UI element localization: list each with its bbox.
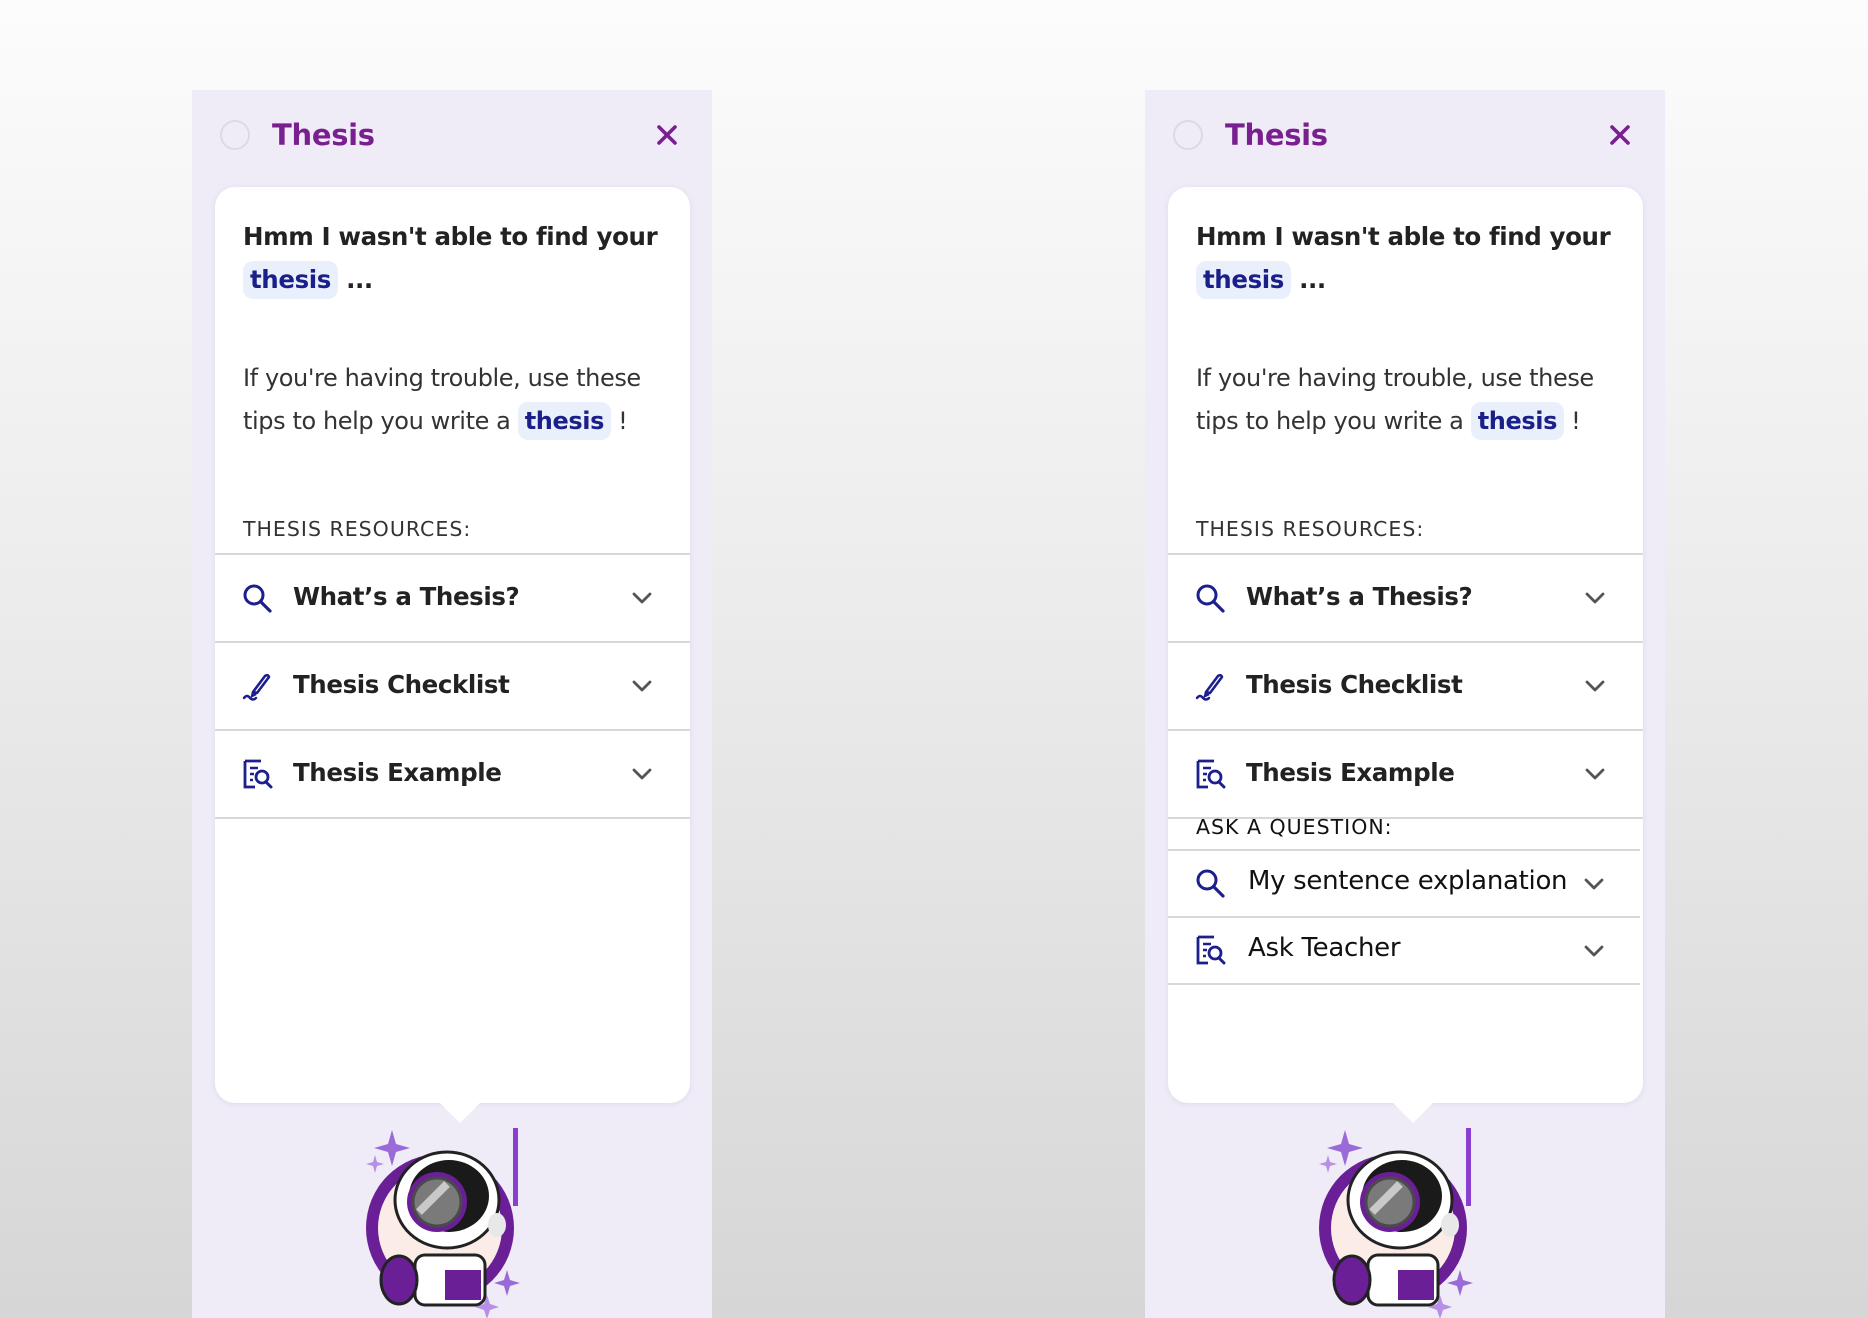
- thesis-chip[interactable]: thesis: [1470, 402, 1564, 440]
- thesis-chip[interactable]: thesis: [517, 402, 611, 440]
- resource-label: What’s a Thesis?: [1246, 582, 1473, 611]
- search-icon: [243, 584, 272, 613]
- panel-title: Thesis: [272, 118, 375, 152]
- document-search-icon: [243, 759, 273, 789]
- resource-item-thesis-checklist[interactable]: Thesis Checklist: [215, 643, 690, 731]
- message-text: Hmm I wasn't able to find your: [1196, 222, 1611, 251]
- resource-label: Thesis Example: [293, 758, 502, 787]
- astronaut-mascot-icon: [1319, 1128, 1473, 1318]
- panel-header: Thesis: [1145, 90, 1665, 186]
- astronaut-mascot-icon: [366, 1128, 520, 1318]
- resources-list: What’s a Thesis? Thesis Checklist Thesis…: [215, 553, 690, 819]
- status-circle-icon[interactable]: [220, 120, 250, 150]
- chevron-down-icon[interactable]: [630, 764, 654, 784]
- close-icon[interactable]: [1605, 120, 1635, 150]
- document-search-icon: [1196, 759, 1226, 789]
- feedback-card: Hmm I wasn't able to find your thesis ..…: [1168, 187, 1643, 1123]
- search-icon: [1196, 869, 1225, 898]
- panel-title: Thesis: [1225, 118, 1328, 152]
- thesis-chip[interactable]: thesis: [243, 261, 338, 299]
- questions-heading: ASK A QUESTION:: [1196, 815, 1393, 839]
- resource-item-thesis-example[interactable]: Thesis Example: [1168, 731, 1643, 819]
- chevron-down-icon[interactable]: [1583, 764, 1607, 784]
- chevron-down-icon[interactable]: [630, 676, 654, 696]
- question-item-my-sentence-explanation[interactable]: My sentence explanation: [1168, 851, 1640, 918]
- message-text: Hmm I wasn't able to find your: [243, 222, 658, 251]
- resource-item-whats-a-thesis[interactable]: What’s a Thesis?: [1168, 555, 1643, 643]
- chevron-down-icon[interactable]: [1583, 588, 1607, 608]
- questions-list: My sentence explanation Ask Teacher: [1168, 849, 1640, 985]
- document-search-icon: [1196, 935, 1226, 965]
- close-icon[interactable]: [652, 120, 682, 150]
- resources-heading: THESIS RESOURCES:: [243, 517, 472, 541]
- tips-suffix: !: [1563, 407, 1581, 435]
- tips-message: If you're having trouble, use these tips…: [1196, 357, 1626, 443]
- status-circle-icon[interactable]: [1173, 120, 1203, 150]
- chevron-down-icon[interactable]: [630, 588, 654, 608]
- search-icon: [1196, 584, 1225, 613]
- resource-label: Thesis Example: [1246, 758, 1455, 787]
- question-label: Ask Teacher: [1248, 933, 1401, 963]
- thesis-chip[interactable]: thesis: [1196, 261, 1291, 299]
- tips-suffix: !: [610, 407, 628, 435]
- resource-item-thesis-checklist[interactable]: Thesis Checklist: [1168, 643, 1643, 731]
- question-label: My sentence explanation: [1248, 866, 1568, 896]
- not-found-message: Hmm I wasn't able to find your thesis ..…: [243, 215, 663, 301]
- thesis-panel-right: Thesis Hmm I wasn't able to find your th…: [1145, 90, 1665, 1318]
- thesis-panel-left: Thesis Hmm I wasn't able to find your th…: [192, 90, 712, 1318]
- pencil-icon: [1195, 673, 1224, 701]
- chevron-down-icon[interactable]: [1582, 874, 1606, 894]
- resource-label: What’s a Thesis?: [293, 582, 520, 611]
- feedback-card: Hmm I wasn't able to find your thesis ..…: [215, 187, 690, 1123]
- resource-label: Thesis Checklist: [293, 670, 510, 699]
- resource-label: Thesis Checklist: [1246, 670, 1463, 699]
- tips-message: If you're having trouble, use these tips…: [243, 357, 673, 443]
- resources-list: What’s a Thesis? Thesis Checklist Thesis…: [1168, 553, 1643, 819]
- resource-item-thesis-example[interactable]: Thesis Example: [215, 731, 690, 819]
- chevron-down-icon[interactable]: [1583, 676, 1607, 696]
- message-ellipsis: ...: [1290, 265, 1326, 294]
- chevron-down-icon[interactable]: [1582, 941, 1606, 961]
- resource-item-whats-a-thesis[interactable]: What’s a Thesis?: [215, 555, 690, 643]
- panel-header: Thesis: [192, 90, 712, 186]
- question-item-ask-teacher[interactable]: Ask Teacher: [1168, 918, 1640, 985]
- not-found-message: Hmm I wasn't able to find your thesis ..…: [1196, 215, 1616, 301]
- message-ellipsis: ...: [337, 265, 373, 294]
- pencil-icon: [242, 673, 271, 701]
- resources-heading: THESIS RESOURCES:: [1196, 517, 1425, 541]
